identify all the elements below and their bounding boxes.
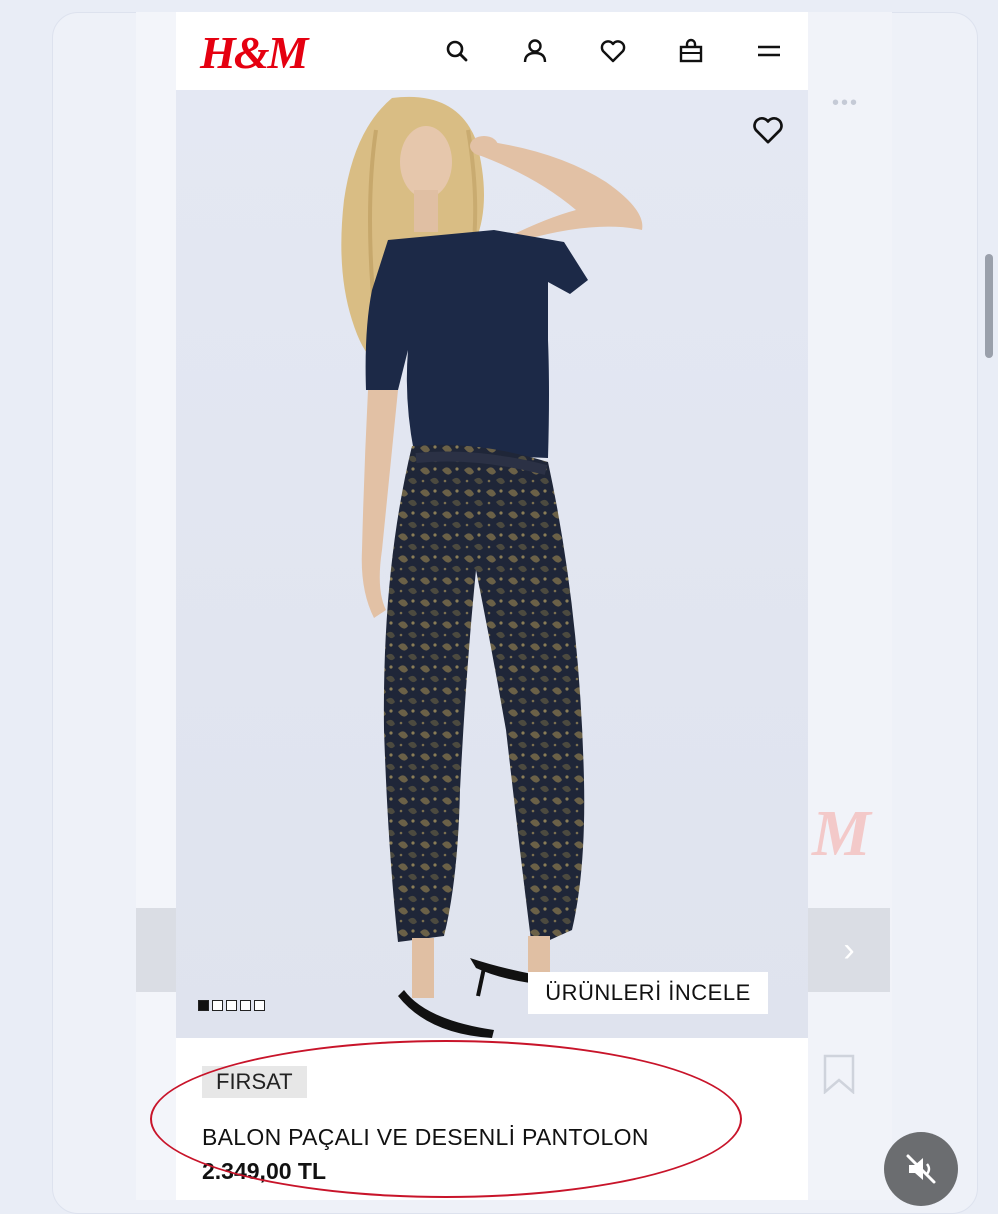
user-icon[interactable]: [518, 34, 552, 68]
carousel-dot[interactable]: [212, 1000, 223, 1011]
model-illustration: [176, 90, 808, 1038]
speaker-muted-icon[interactable]: [884, 1132, 958, 1206]
browse-products-button[interactable]: ÜRÜNLERİ İNCELE: [528, 972, 768, 1014]
carousel-dot[interactable]: [240, 1000, 251, 1011]
carousel-dot[interactable]: [226, 1000, 237, 1011]
hm-logo[interactable]: H&M: [200, 26, 308, 79]
carousel-dot[interactable]: [254, 1000, 265, 1011]
carousel-dot[interactable]: [198, 1000, 209, 1011]
site-header: H&M: [176, 12, 808, 90]
menu-icon[interactable]: [752, 34, 786, 68]
scrollbar[interactable]: [985, 254, 993, 358]
image-carousel-indicator[interactable]: [198, 1000, 265, 1011]
next-card-arrow-icon[interactable]: ›: [808, 908, 890, 992]
wishlist-heart-icon[interactable]: [748, 110, 788, 150]
search-icon[interactable]: [440, 34, 474, 68]
more-dots-icon: •••: [832, 92, 860, 114]
bag-icon[interactable]: [674, 34, 708, 68]
bookmark-icon[interactable]: [822, 1054, 856, 1094]
product-image[interactable]: ÜRÜNLERİ İNCELE: [176, 90, 808, 1038]
heart-icon[interactable]: [596, 34, 630, 68]
highlight-circle-annotation: [150, 1040, 742, 1198]
next-card-edge: [808, 12, 892, 1200]
prev-card-edge: [136, 12, 176, 1200]
faded-brand-logo: M: [812, 797, 871, 870]
prev-card-button[interactable]: [136, 908, 176, 992]
